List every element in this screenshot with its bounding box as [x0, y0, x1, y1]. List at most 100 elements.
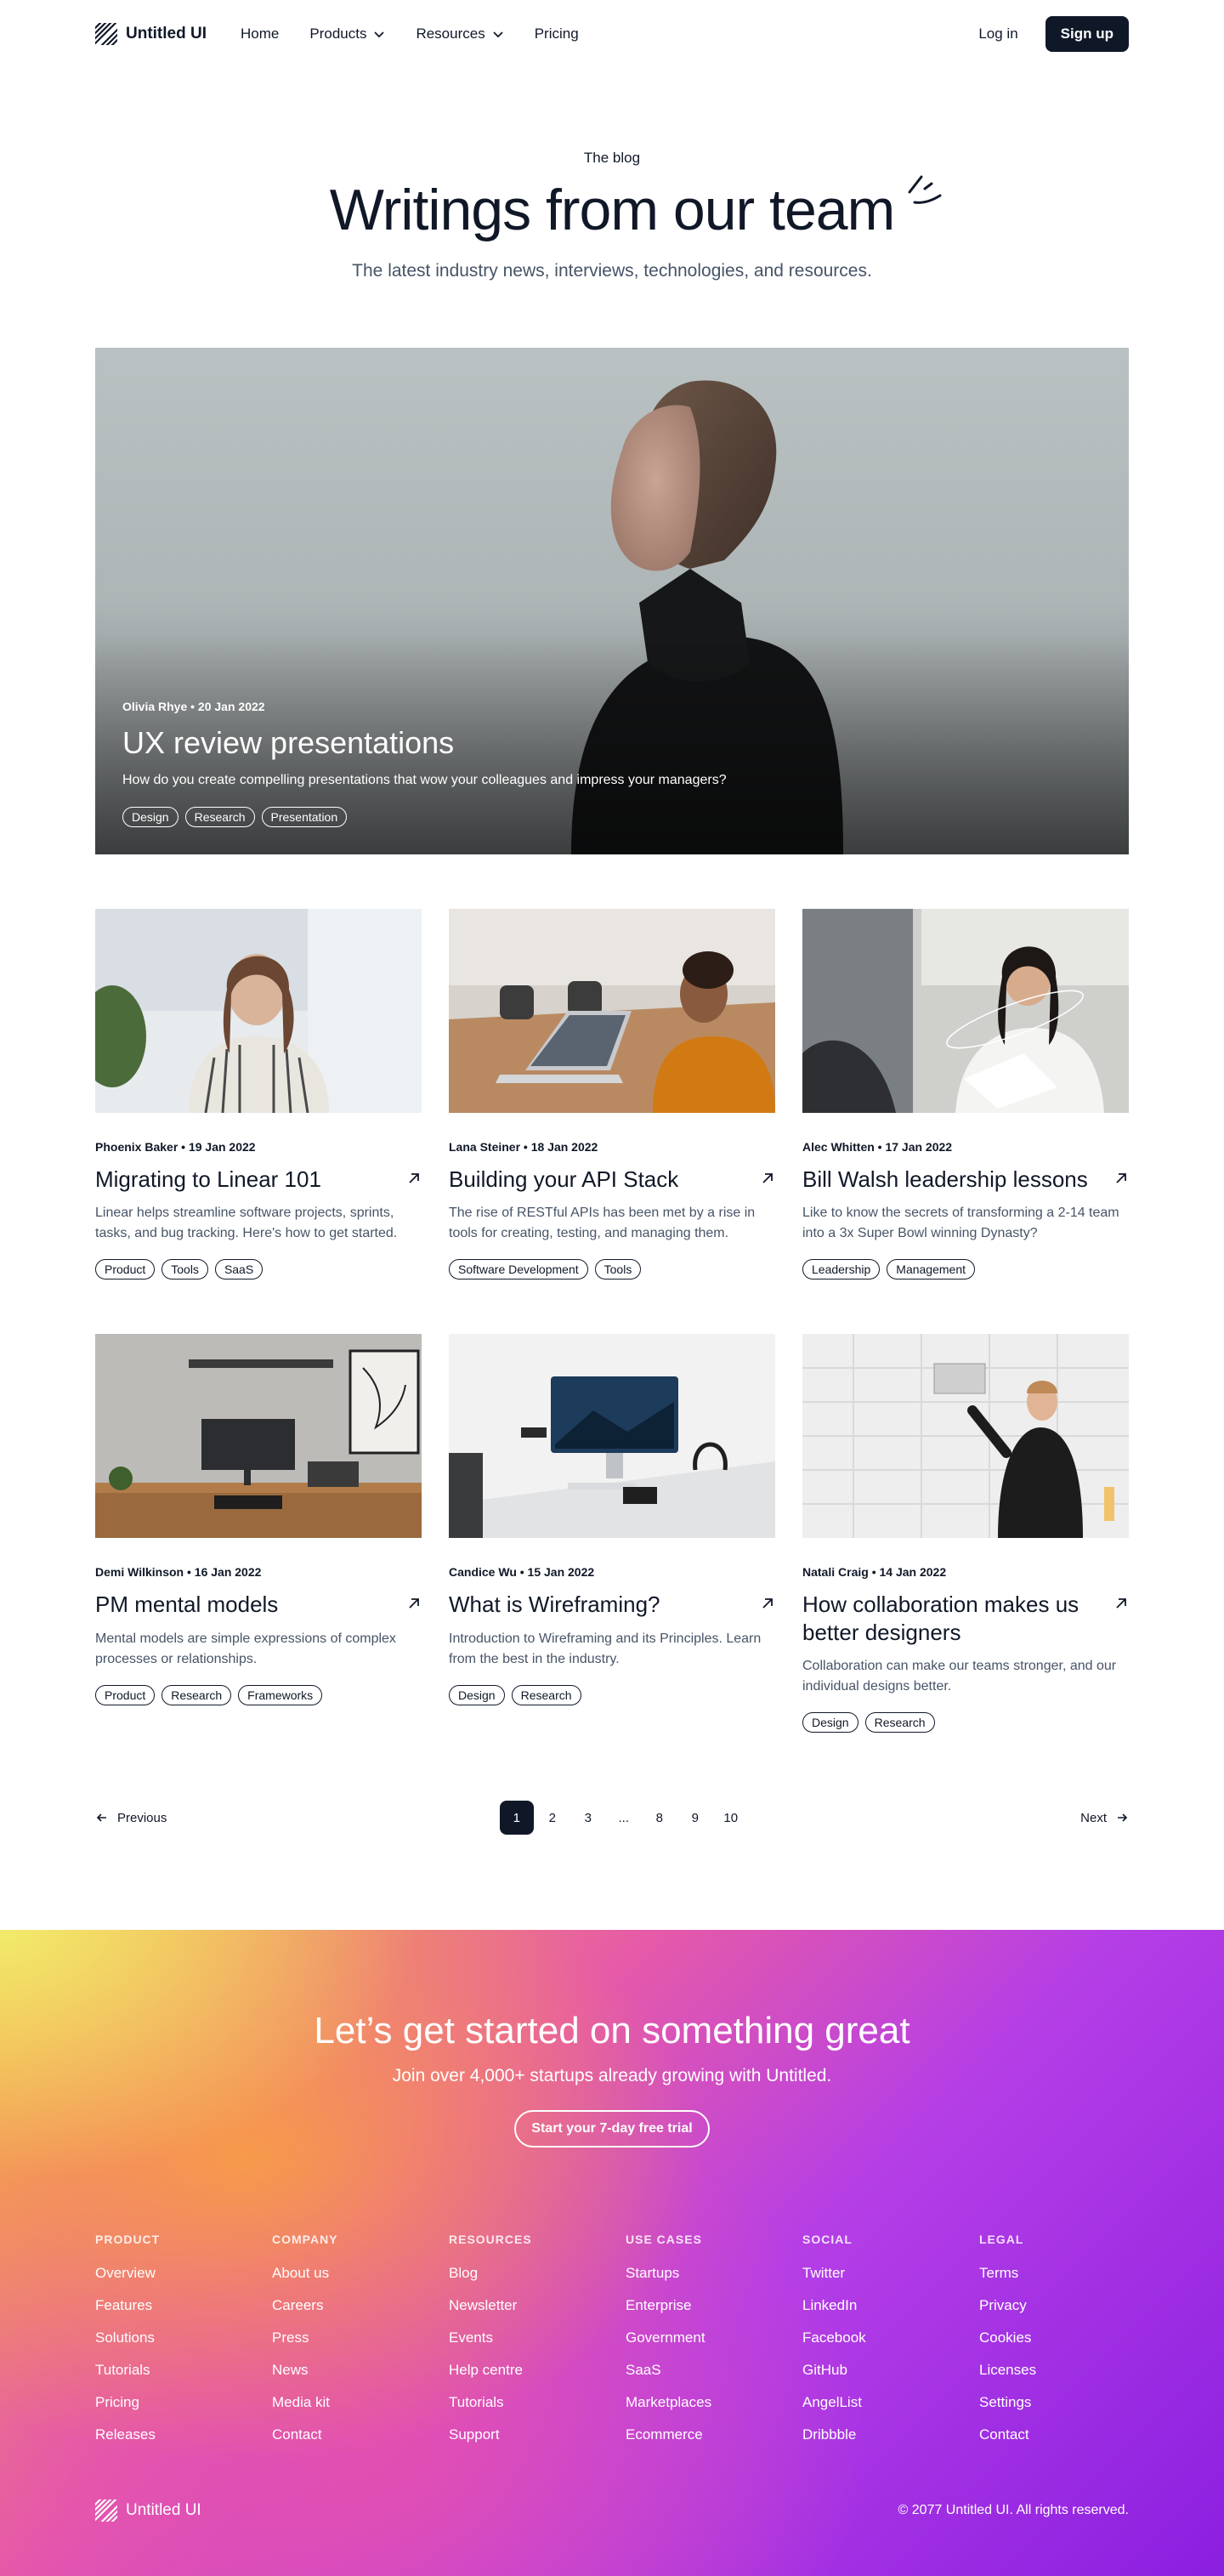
post-card[interactable]: Demi Wilkinson • 16 Jan 2022 PM mental m…	[95, 1334, 422, 1733]
post-tags: Leadership Management	[802, 1259, 1129, 1280]
footer-link[interactable]: Licenses	[979, 2362, 1156, 2379]
footer-link[interactable]: Ecommerce	[626, 2426, 802, 2443]
footer-link[interactable]: Terms	[979, 2265, 1156, 2282]
footer-link[interactable]: Blog	[449, 2265, 626, 2282]
arrow-up-right-icon[interactable]	[760, 1171, 775, 1186]
post-card[interactable]: Candice Wu • 15 Jan 2022 What is Wirefra…	[449, 1334, 775, 1733]
next-label: Next	[1080, 1810, 1107, 1825]
nav-link-pricing[interactable]: Pricing	[535, 26, 579, 43]
arrow-up-right-icon[interactable]	[406, 1171, 422, 1186]
tag[interactable]: Product	[95, 1259, 156, 1280]
footer-link[interactable]: Twitter	[802, 2265, 979, 2282]
arrow-right-icon	[1117, 1813, 1128, 1822]
footer-link[interactable]: Contact	[272, 2426, 449, 2443]
page-button-8[interactable]: 8	[643, 1801, 677, 1835]
footer-link[interactable]: News	[272, 2362, 449, 2379]
logo[interactable]: Untitled UI	[95, 23, 207, 45]
footer-link[interactable]: Support	[449, 2426, 626, 2443]
footer-link[interactable]: GitHub	[802, 2362, 979, 2379]
page-button-3[interactable]: 3	[571, 1801, 605, 1835]
post-card[interactable]: Lana Steiner • 18 Jan 2022 Building your…	[449, 908, 775, 1280]
footer-link[interactable]: Careers	[272, 2297, 449, 2314]
tag[interactable]: Product	[95, 1684, 156, 1705]
page-button-2[interactable]: 2	[536, 1801, 570, 1835]
tag[interactable]: Design	[122, 806, 178, 827]
post-title[interactable]: PM mental models	[95, 1591, 278, 1619]
footer-link[interactable]: Government	[626, 2329, 802, 2346]
footer-link[interactable]: SaaS	[626, 2362, 802, 2379]
footer-link[interactable]: Solutions	[95, 2329, 272, 2346]
footer-link[interactable]: Newsletter	[449, 2297, 626, 2314]
footer-link[interactable]: Help centre	[449, 2362, 626, 2379]
footer-col-product: PRODUCT Overview Features Solutions Tuto…	[95, 2233, 272, 2443]
previous-button[interactable]: Previous	[95, 1811, 167, 1825]
post-card[interactable]: Phoenix Baker • 19 Jan 2022 Migrating to…	[95, 908, 422, 1280]
arrow-up-right-icon[interactable]	[1114, 1171, 1129, 1186]
signup-button[interactable]: Sign up	[1045, 16, 1129, 52]
tag[interactable]: Leadership	[802, 1259, 881, 1280]
chevron-down-icon	[493, 31, 503, 38]
free-trial-button[interactable]: Start your 7-day free trial	[514, 2110, 710, 2148]
login-button[interactable]: Log in	[978, 26, 1017, 43]
tag[interactable]: SaaS	[214, 1259, 264, 1280]
arrow-up-right-icon[interactable]	[760, 1596, 775, 1611]
tag[interactable]: Research	[864, 1712, 935, 1733]
featured-post[interactable]: Olivia Rhye • 20 Jan 2022 UX review pres…	[95, 347, 1129, 854]
page-button-9[interactable]: 9	[678, 1801, 712, 1835]
footer-link[interactable]: Events	[449, 2329, 626, 2346]
tag[interactable]: Management	[887, 1259, 975, 1280]
hero-eyebrow: The blog	[583, 150, 641, 166]
footer-link[interactable]: Pricing	[95, 2394, 272, 2411]
footer-link[interactable]: Privacy	[979, 2297, 1156, 2314]
post-title[interactable]: What is Wireframing?	[449, 1591, 660, 1619]
nav-link-home[interactable]: Home	[241, 26, 279, 43]
tag[interactable]: Frameworks	[238, 1684, 323, 1705]
post-heading: Migrating to Linear 101	[95, 1166, 422, 1194]
footer-link[interactable]: Media kit	[272, 2394, 449, 2411]
footer-link[interactable]: Releases	[95, 2426, 272, 2443]
tag[interactable]: Software Development	[449, 1259, 588, 1280]
tag[interactable]: Research	[162, 1684, 232, 1705]
footer-link[interactable]: Cookies	[979, 2329, 1156, 2346]
tag[interactable]: Research	[511, 1684, 581, 1705]
post-title[interactable]: Bill Walsh leadership lessons	[802, 1166, 1088, 1194]
footer-link[interactable]: Marketplaces	[626, 2394, 802, 2411]
tag[interactable]: Tools	[594, 1259, 642, 1280]
nav-link-products[interactable]: Products	[309, 26, 385, 43]
footer-link[interactable]: Overview	[95, 2265, 272, 2282]
footer-link[interactable]: Settings	[979, 2394, 1156, 2411]
footer-link[interactable]: Tutorials	[95, 2362, 272, 2379]
arrow-up-right-icon[interactable]	[406, 1596, 422, 1611]
post-card[interactable]: Natali Craig • 14 Jan 2022 How collabora…	[802, 1334, 1129, 1733]
tag[interactable]: Research	[184, 806, 255, 827]
post-title[interactable]: Migrating to Linear 101	[95, 1166, 321, 1194]
footer-link[interactable]: Contact	[979, 2426, 1156, 2443]
footer-link[interactable]: Press	[272, 2329, 449, 2346]
tag[interactable]: Tools	[162, 1259, 208, 1280]
post-card[interactable]: Alec Whitten • 17 Jan 2022 Bill Walsh le…	[802, 908, 1129, 1280]
nav-link-resources[interactable]: Resources	[416, 26, 503, 43]
post-title[interactable]: How collaboration makes us better design…	[802, 1591, 1091, 1646]
footer-link[interactable]: Dribbble	[802, 2426, 979, 2443]
tag[interactable]: Design	[802, 1712, 858, 1733]
tag[interactable]: Design	[449, 1684, 505, 1705]
footer-link[interactable]: Facebook	[802, 2329, 979, 2346]
page-button-10[interactable]: 10	[714, 1801, 748, 1835]
footer-link[interactable]: Enterprise	[626, 2297, 802, 2314]
post-grid: Phoenix Baker • 19 Jan 2022 Migrating to…	[0, 854, 1224, 1733]
post-title[interactable]: Building your API Stack	[449, 1166, 678, 1194]
footer-link[interactable]: Tutorials	[449, 2394, 626, 2411]
footer-link[interactable]: LinkedIn	[802, 2297, 979, 2314]
tag[interactable]: Presentation	[261, 806, 348, 827]
footer-link[interactable]: About us	[272, 2265, 449, 2282]
page-button-1[interactable]: 1	[499, 1801, 534, 1836]
footer-link[interactable]: Features	[95, 2297, 272, 2314]
footer-link[interactable]: Startups	[626, 2265, 802, 2282]
hero-title-wrap: Writings from our team	[330, 175, 942, 242]
footer-logo[interactable]: Untitled UI	[95, 2499, 201, 2522]
cta: Let’s get started on something great Joi…	[0, 1930, 1224, 2148]
featured-title[interactable]: UX review presentations	[122, 725, 727, 761]
footer-link[interactable]: AngelList	[802, 2394, 979, 2411]
next-button[interactable]: Next	[1080, 1811, 1129, 1825]
arrow-up-right-icon[interactable]	[1114, 1596, 1129, 1611]
